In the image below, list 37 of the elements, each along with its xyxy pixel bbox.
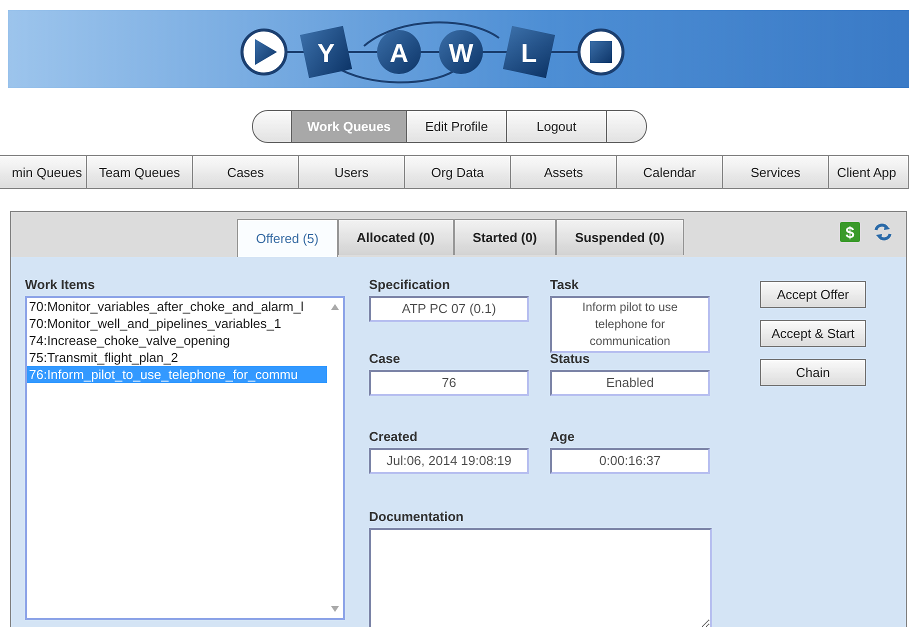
nav-tab[interactable]: min Queues xyxy=(0,155,87,189)
field-label: Specification xyxy=(369,277,451,292)
field-label: Documentation xyxy=(369,509,465,524)
field-label: Age xyxy=(550,429,576,444)
nav-tab[interactable]: Org Data xyxy=(405,155,511,189)
dollar-icon[interactable]: $ xyxy=(840,222,860,242)
action-button[interactable]: Accept Offer xyxy=(760,281,866,308)
nav-tab[interactable]: Edit Profile xyxy=(407,110,507,143)
queue-tab[interactable]: Allocated (0) xyxy=(338,219,454,255)
list-item[interactable]: 70:Monitor_variables_after_choke_and_alarm_l xyxy=(27,298,327,315)
nav-tab[interactable]: Cases xyxy=(193,155,299,189)
nav-tab[interactable]: Calendar xyxy=(617,155,723,189)
queue-tab[interactable]: Offered (5) xyxy=(237,219,338,257)
list-item[interactable]: 74:Increase_choke_valve_opening xyxy=(27,332,327,349)
field-label: Created xyxy=(369,429,418,444)
queue-tab[interactable]: Started (0) xyxy=(454,219,556,255)
nav-tab[interactable]: Assets xyxy=(511,155,617,189)
documentation-field[interactable] xyxy=(369,528,712,627)
field-label: Work Items xyxy=(25,277,96,292)
scroll-up-icon[interactable] xyxy=(331,304,339,310)
field-label: Status xyxy=(550,351,591,366)
nav-tab[interactable]: Team Queues xyxy=(87,155,193,189)
action-button[interactable]: Chain xyxy=(760,359,866,386)
queue-tab[interactable]: Suspended (0) xyxy=(556,219,684,255)
nav-tab[interactable]: Services xyxy=(723,155,829,189)
logo-drawing: Y A W L xyxy=(238,16,628,86)
work-items-list[interactable]: 70:Monitor_variables_after_choke_and_alarm_l 70:Monitor_well_and_pipelines_variables_1 74:Increase_choke_valve_opening 75:Transmit_flight_plan_2 76:Inform_pilot_to_use_telephone_for_commu xyxy=(25,296,345,620)
scroll-down-icon[interactable] xyxy=(331,606,339,612)
list-item[interactable]: 75:Transmit_flight_plan_2 xyxy=(27,349,327,366)
refresh-icon[interactable] xyxy=(872,222,894,242)
nav-tab[interactable]: Logout xyxy=(507,110,607,143)
nav-tab[interactable]: Users xyxy=(299,155,405,189)
nav-tab[interactable]: Client App xyxy=(829,155,909,189)
action-button[interactable]: Accept & Start xyxy=(760,320,866,347)
list-item[interactable]: 70:Monitor_well_and_pipelines_variables_1 xyxy=(27,315,327,332)
field-label: Task xyxy=(550,277,580,292)
field-label: Case xyxy=(369,351,402,366)
